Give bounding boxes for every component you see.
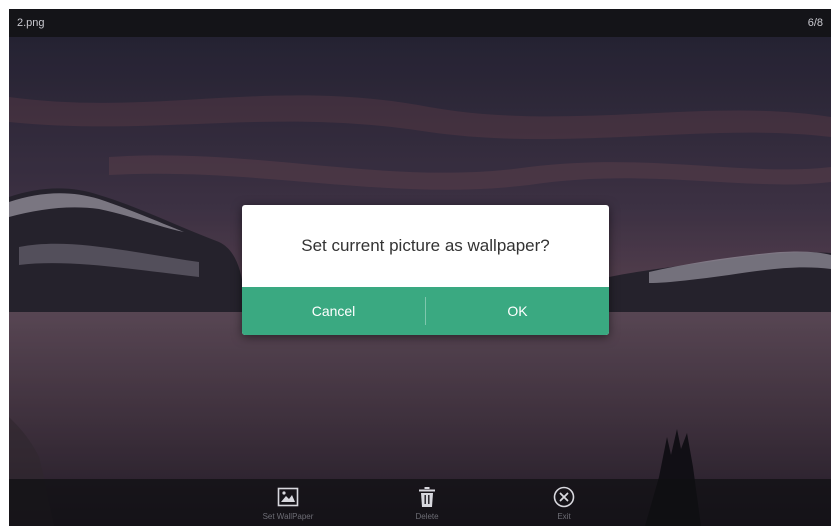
- image-counter: 6/8: [807, 17, 823, 29]
- dialog-message: Set current picture as wallpaper?: [301, 236, 550, 255]
- cancel-button[interactable]: Cancel: [242, 287, 425, 335]
- exit-button[interactable]: Exit: [524, 485, 604, 521]
- set-wallpaper-button[interactable]: Set WallPaper: [248, 485, 328, 521]
- viewer-header: 2.png 6/8: [9, 9, 831, 37]
- ok-button[interactable]: OK: [426, 287, 609, 335]
- image-icon: [277, 487, 299, 507]
- dialog-button-bar: Cancel OK: [242, 287, 609, 335]
- file-name: 2.png: [17, 17, 45, 29]
- exit-label: Exit: [557, 512, 571, 521]
- image-viewer: 2.png 6/8 Set current picture as wallpap…: [9, 9, 831, 526]
- close-circle-icon: [553, 486, 575, 508]
- set-wallpaper-label: Set WallPaper: [262, 512, 314, 521]
- delete-label: Delete: [415, 512, 439, 521]
- delete-button[interactable]: Delete: [387, 485, 467, 521]
- bottom-toolbar: Set WallPaper Delete Exit: [9, 479, 831, 526]
- trash-icon: [419, 487, 435, 507]
- wallpaper-confirm-dialog: Set current picture as wallpaper? Cancel…: [242, 205, 609, 335]
